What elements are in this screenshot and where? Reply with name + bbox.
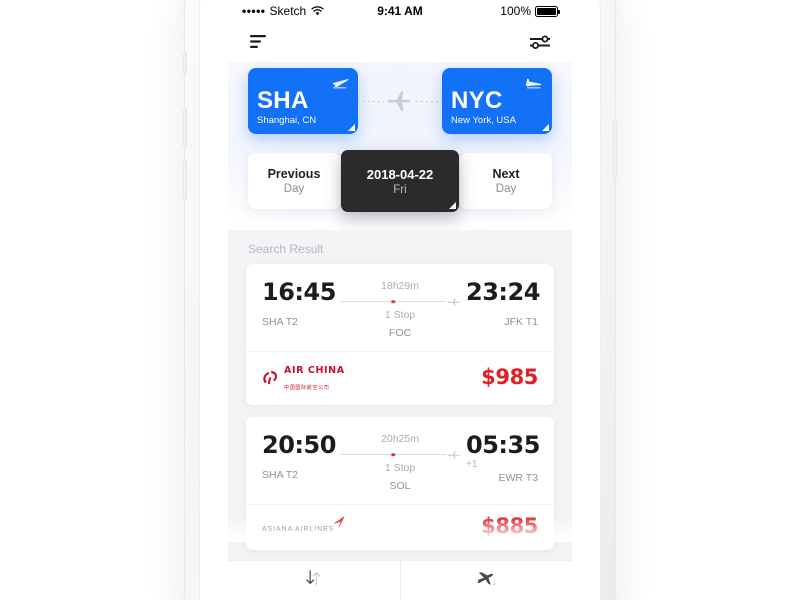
flight-leg-summary: 20h25m 1 Stop SOL	[334, 433, 466, 492]
flight-airline-price-row: AIR CHINA 中国国际航空公司 $985	[246, 351, 554, 405]
battery-percent-label: 100%	[500, 4, 531, 18]
flight-duration: 20h25m	[381, 433, 419, 445]
origin-card-corner-fold	[348, 124, 355, 131]
hamburger-menu-icon[interactable]	[250, 35, 268, 49]
route-dotted-line-right	[416, 100, 442, 102]
arrival-day-offset: +1	[466, 459, 478, 470]
departure-airport: SHA T2	[262, 469, 298, 481]
tab-flights[interactable]	[399, 561, 573, 600]
stop-dot-icon	[391, 452, 395, 457]
search-header: SHA Shanghai, CN NYC New York, USA Previ…	[228, 62, 572, 230]
air-china-logo: AIR CHINA 中国国际航空公司	[262, 361, 345, 393]
flight-duration: 18h29m	[381, 280, 419, 292]
nav-bar	[228, 22, 572, 62]
flight-itinerary: 16:45 SHA T2 18h29m 1 Stop FOC 23:24 JFK…	[246, 264, 554, 351]
departure-time: 16:45	[262, 278, 336, 306]
arrows-up-down-icon	[305, 569, 323, 592]
phone-volume-down-button[interactable]	[183, 160, 187, 200]
next-day-label-line1: Next	[492, 167, 520, 181]
route-connector	[358, 68, 442, 134]
destination-city-card[interactable]: NYC New York, USA	[442, 68, 552, 134]
phone-screen: ••••• Sketch 9:41 AM 100% SHA Shanghai, …	[228, 0, 572, 600]
phone-mute-switch[interactable]	[183, 52, 187, 74]
airplane-icon	[476, 569, 496, 592]
arrival-time: 05:35	[466, 431, 540, 459]
flight-airline-price-row: ASIANA AIRLINES $885	[246, 504, 554, 550]
next-day-label-line2: Day	[495, 183, 517, 195]
date-selector: Previous Day 2018-04-22 Fri Next Day	[248, 150, 552, 212]
flight-stops: 1 Stop	[384, 309, 416, 321]
table-row[interactable]: 20:50 SHA T2 20h25m 1 Stop SOL 05:35 +1 …	[246, 417, 554, 550]
filter-sliders-icon[interactable]	[529, 35, 551, 49]
plane-arrow-icon	[448, 297, 460, 307]
phone-volume-up-button[interactable]	[183, 108, 187, 148]
flight-stops: 1 Stop	[384, 462, 416, 474]
asiana-airlines-logo: ASIANA AIRLINES	[262, 516, 345, 533]
plane-side-icon	[387, 91, 411, 112]
carrier-label: Sketch	[269, 4, 307, 18]
airline-name: AIR CHINA	[284, 365, 345, 376]
status-bar: ••••• Sketch 9:41 AM 100%	[228, 0, 572, 22]
plane-landing-icon	[524, 75, 544, 94]
search-result-label: Search Result	[248, 242, 324, 256]
airline-name: ASIANA AIRLINES	[262, 526, 335, 533]
flight-departure: 16:45 SHA T2	[262, 278, 336, 328]
stop-dot-icon	[391, 299, 395, 304]
flight-via-airport: FOC	[388, 327, 412, 339]
status-bar-left: ••••• Sketch	[242, 4, 324, 18]
signal-strength-dots: •••••	[242, 4, 266, 18]
current-date-weekday: Fri	[393, 183, 407, 196]
previous-day-label-line1: Previous	[267, 167, 321, 181]
tab-transfers[interactable]	[228, 561, 400, 600]
flight-departure: 20:50 SHA T2	[262, 431, 336, 481]
battery-full-icon	[535, 5, 560, 17]
flight-route-line	[340, 297, 460, 307]
departure-airport: SHA T2	[262, 316, 298, 328]
wifi-icon	[311, 6, 324, 16]
flight-arrival: 05:35 +1 EWR T3	[466, 431, 540, 484]
destination-name: New York, USA	[451, 115, 516, 126]
current-date-corner-fold	[449, 202, 456, 209]
flight-price: $985	[481, 365, 538, 389]
next-day-button[interactable]: Next Day	[460, 153, 552, 209]
route-selector: SHA Shanghai, CN NYC New York, USA	[248, 68, 552, 134]
phone-power-button[interactable]	[613, 120, 617, 178]
previous-day-button[interactable]: Previous Day	[248, 153, 340, 209]
departure-time: 20:50	[262, 431, 336, 459]
flight-arrival: 23:24 JFK T1	[466, 278, 540, 328]
origin-name: Shanghai, CN	[257, 115, 317, 126]
current-date-value: 2018-04-22	[366, 166, 434, 182]
table-row[interactable]: 16:45 SHA T2 18h29m 1 Stop FOC 23:24 JFK…	[246, 264, 554, 405]
airline-name-cn: 中国国际航空公司	[284, 385, 330, 391]
current-date-button[interactable]: 2018-04-22 Fri	[341, 150, 459, 212]
asiana-swoosh-icon	[331, 515, 347, 535]
destination-card-corner-fold	[542, 124, 549, 131]
plane-arrow-icon	[448, 450, 460, 460]
flight-via-airport: SOL	[389, 480, 411, 492]
arrival-airport: EWR T3	[498, 472, 538, 484]
route-bar	[340, 299, 446, 304]
route-bar	[340, 452, 446, 457]
previous-day-label-line2: Day	[283, 183, 305, 195]
flight-route-line	[340, 450, 460, 460]
plane-takeoff-icon	[330, 75, 350, 94]
arrival-airport: JFK T1	[504, 316, 538, 328]
screenshot-root: ••••• Sketch 9:41 AM 100% SHA Shanghai, …	[0, 0, 800, 600]
flight-leg-summary: 18h29m 1 Stop FOC	[334, 280, 466, 339]
flight-itinerary: 20:50 SHA T2 20h25m 1 Stop SOL 05:35 +1 …	[246, 417, 554, 504]
search-results-list[interactable]: Search Result 16:45 SHA T2 18h29m 1 Stop…	[228, 230, 572, 582]
air-china-wordmark: AIR CHINA 中国国际航空公司	[284, 361, 345, 393]
origin-city-card[interactable]: SHA Shanghai, CN	[248, 68, 358, 134]
route-dotted-line-left	[358, 100, 384, 102]
status-bar-right: 100%	[500, 4, 560, 18]
flight-price: $885	[481, 514, 538, 538]
bottom-tab-bar	[228, 560, 572, 600]
arrival-time: 23:24	[466, 278, 540, 306]
